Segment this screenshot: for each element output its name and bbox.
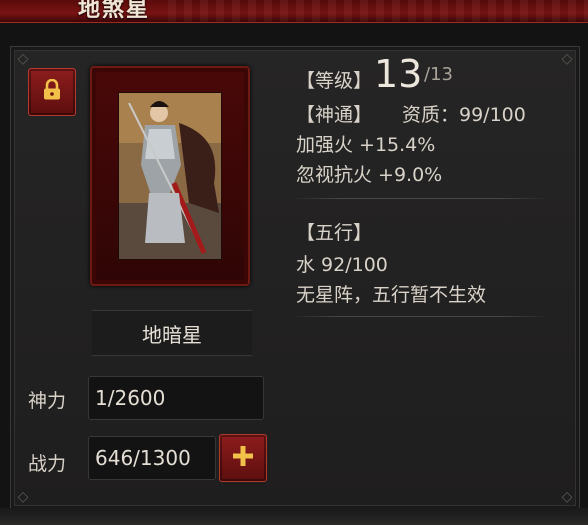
wuxing-value: 水 92/100	[296, 254, 388, 276]
lock-button[interactable]	[28, 68, 76, 116]
banner-pattern	[168, 0, 588, 22]
combat-label: 战力	[28, 453, 67, 475]
lock-icon	[42, 78, 62, 105]
page-title: 地煞星	[78, 0, 151, 22]
bonus-fire: 加强火 +15.4%	[296, 134, 436, 156]
power-value: 1/2600	[88, 376, 264, 420]
combat-value: 646/1300	[88, 436, 216, 480]
level-value: 13	[374, 52, 423, 96]
level-max: /13	[424, 64, 453, 85]
corner-ornament-icon: ◇	[561, 489, 573, 505]
power-label: 神力	[28, 390, 67, 412]
corner-ornament-icon: ◇	[17, 489, 29, 505]
section-divider	[290, 316, 550, 317]
top-banner: 地煞星	[0, 0, 588, 23]
level-label: 【等级】	[296, 70, 373, 92]
bonus-ignore-fire: 忽视抗火 +9.0%	[296, 164, 443, 186]
section-divider	[290, 198, 550, 199]
wuxing-note: 无星阵，五行暂不生效	[296, 284, 487, 306]
bottom-edge	[0, 508, 588, 525]
portrait-frame[interactable]	[90, 66, 250, 286]
warrior-portrait	[118, 92, 222, 260]
plus-icon	[231, 444, 255, 472]
corner-ornament-icon: ◇	[17, 51, 29, 67]
add-combat-button[interactable]	[219, 434, 267, 482]
shentong-label: 【神通】	[296, 104, 373, 126]
wuxing-label: 【五行】	[296, 222, 373, 244]
general-name: 地暗星	[92, 310, 252, 356]
aptitude-value: 资质：99/100	[402, 104, 526, 126]
corner-ornament-icon: ◇	[561, 51, 573, 67]
